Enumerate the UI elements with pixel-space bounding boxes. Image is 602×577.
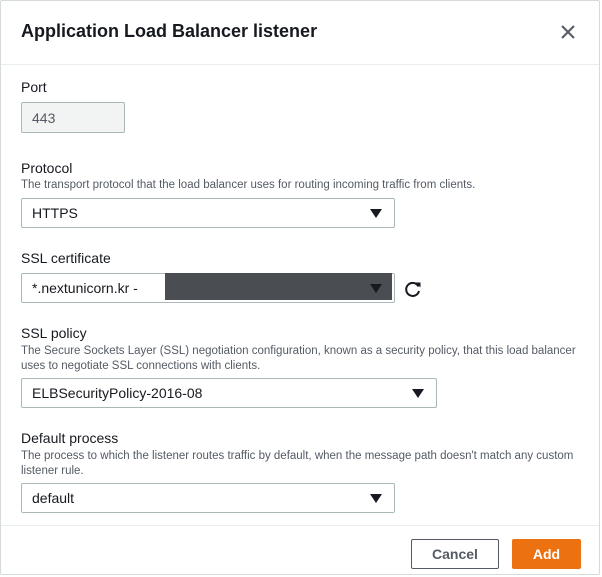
protocol-value: HTTPS [32, 205, 78, 221]
ssl-certificate-value: *.nextunicorn.kr - [32, 280, 138, 296]
port-label: Port [21, 79, 47, 95]
ssl-policy-label: SSL policy [21, 325, 87, 341]
protocol-description: The transport protocol that the load bal… [21, 179, 476, 191]
ssl-certificate-select[interactable]: *.nextunicorn.kr - [21, 273, 395, 303]
chevron-down-icon [412, 389, 424, 398]
port-input[interactable]: 443 [21, 102, 125, 133]
protocol-label: Protocol [21, 160, 73, 176]
cancel-button[interactable]: Cancel [411, 539, 499, 569]
protocol-select[interactable]: HTTPS [21, 198, 395, 228]
listener-modal: Application Load Balancer listener Port … [0, 0, 600, 575]
ssl-certificate-label: SSL certificate [21, 250, 111, 266]
ssl-policy-select[interactable]: ELBSecurityPolicy-2016-08 [21, 378, 437, 408]
ssl-policy-value: ELBSecurityPolicy-2016-08 [32, 385, 203, 401]
modal-body: Port 443 Protocol The transport protocol… [1, 65, 599, 525]
chevron-down-icon [370, 284, 382, 293]
ssl-policy-description: The Secure Sockets Layer (SSL) negotiati… [21, 345, 576, 372]
default-process-select[interactable]: default [21, 483, 395, 513]
default-process-label: Default process [21, 430, 119, 446]
default-process-description: The process to which the listener routes… [21, 450, 574, 477]
redacted-block [165, 273, 392, 300]
modal-title: Application Load Balancer listener [21, 21, 318, 41]
modal-footer: Cancel Add [1, 525, 599, 576]
default-process-value: default [32, 490, 75, 506]
modal-header: Application Load Balancer listener [1, 1, 599, 65]
chevron-down-icon [370, 209, 382, 218]
chevron-down-icon [370, 494, 382, 503]
refresh-icon[interactable] [403, 279, 423, 299]
close-icon[interactable] [557, 21, 579, 43]
add-button[interactable]: Add [512, 539, 581, 569]
